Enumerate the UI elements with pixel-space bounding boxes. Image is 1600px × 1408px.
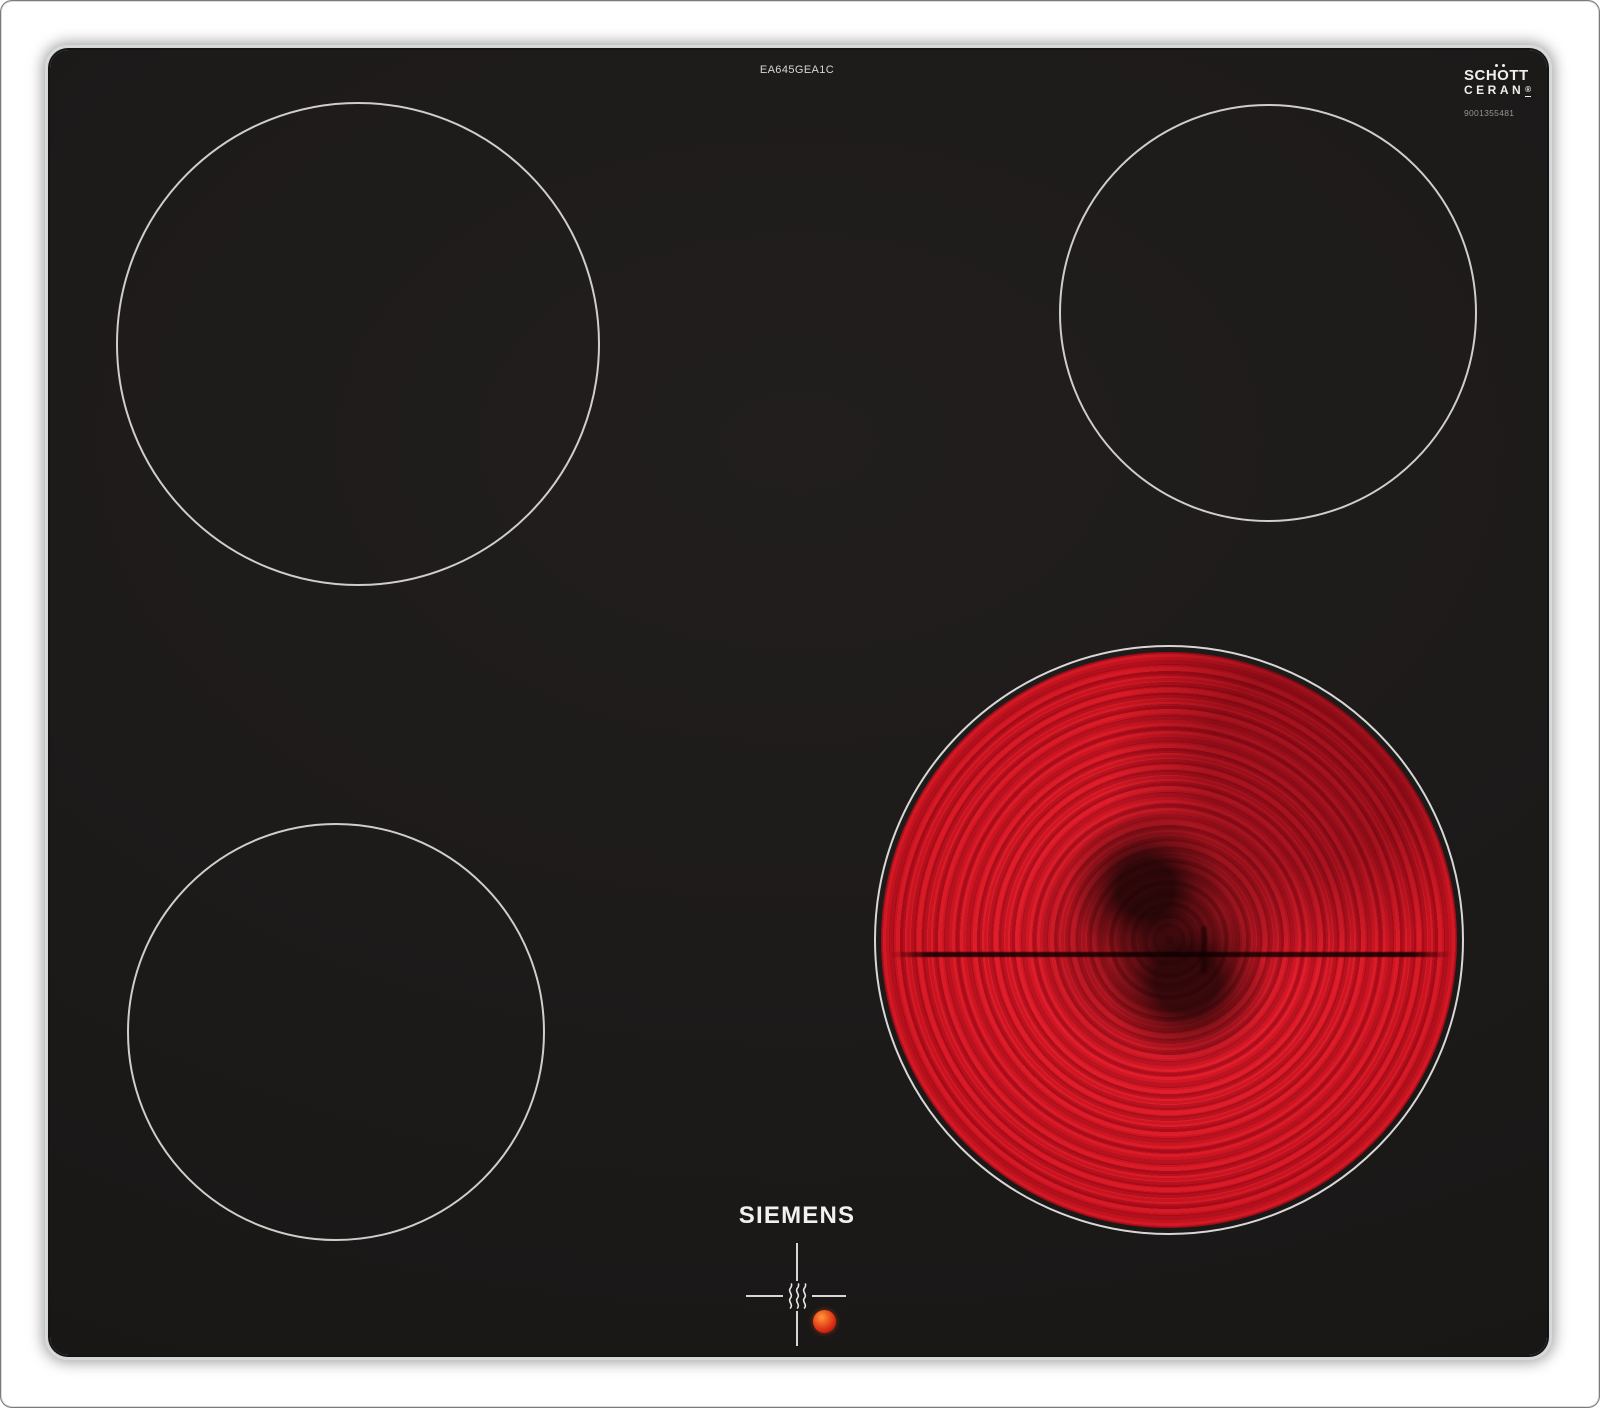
schott-ceran-logo: SCHOTT CERAN® 9001355481 [1464, 68, 1531, 118]
cooking-zone-front-left [127, 823, 545, 1241]
serial-number-label: 9001355481 [1464, 108, 1531, 118]
schott-word: SCHOTT [1464, 67, 1529, 84]
model-number-label: EA645GEA1C [760, 64, 834, 76]
cooking-zone-back-left [116, 102, 600, 586]
siemens-logo: SIEMENS [739, 1202, 855, 1230]
cooktop-product-image: EA645GEA1C SCHOTT CERAN® 9001355481 SIEM… [0, 0, 1600, 1408]
power-indicator-dot [813, 1310, 836, 1333]
schott-logo-text: SCHOTT [1464, 68, 1531, 83]
alignment-cross-line [796, 1243, 798, 1281]
schott-logo-dots-decoration [1495, 64, 1498, 67]
alignment-cross-line [812, 1295, 846, 1297]
cooking-zone-back-right [1059, 104, 1477, 522]
registered-trademark-mark: ® [1525, 86, 1531, 97]
residual-heat-icon [787, 1283, 808, 1309]
ceran-logo-text: CERAN® [1464, 84, 1531, 97]
cooking-zone-front-right [874, 645, 1464, 1235]
alignment-cross-line [796, 1311, 798, 1346]
ceran-word: CERAN [1464, 83, 1524, 97]
alignment-cross-line [746, 1295, 783, 1297]
glowing-radiant-element [881, 652, 1457, 1228]
ceramic-glass-surface: EA645GEA1C SCHOTT CERAN® 9001355481 SIEM… [50, 50, 1547, 1355]
